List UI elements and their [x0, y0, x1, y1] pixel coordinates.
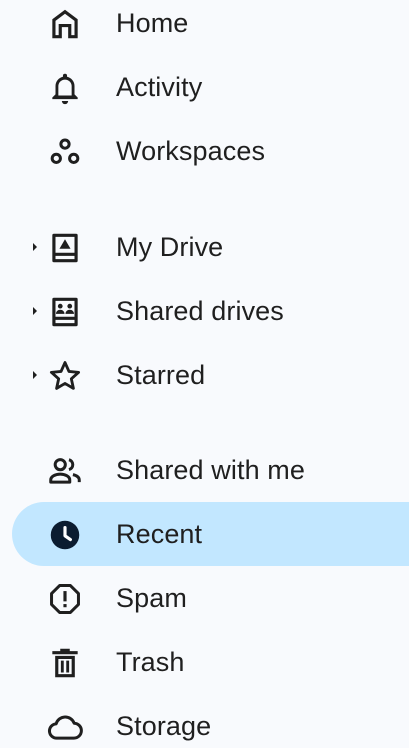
sidebar-item-label: Shared drives [116, 296, 284, 326]
sidebar-item-spam[interactable]: Spam [0, 566, 409, 630]
sidebar-item-recent[interactable]: Recent [0, 502, 409, 566]
home-icon [46, 5, 84, 43]
workspaces-icon [46, 133, 84, 171]
sidebar-item-label: Shared with me [116, 455, 305, 485]
sidebar-item-label: Spam [116, 583, 187, 613]
star-icon [46, 357, 84, 395]
cloud-icon [46, 708, 84, 746]
clock-icon [46, 516, 84, 554]
sidebar-item-home[interactable]: Home [0, 0, 409, 55]
sidebar-item-label: Activity [116, 72, 203, 102]
sidebar-item-shared-with-me[interactable]: Shared with me [0, 438, 409, 502]
sidebar-item-label: Starred [116, 360, 206, 390]
sidebar-item-workspaces[interactable]: Workspaces [0, 119, 409, 183]
sidebar-item-label: Recent [116, 519, 203, 549]
shared-drives-icon [46, 293, 84, 331]
spam-icon [46, 580, 84, 618]
expand-arrow-icon[interactable] [27, 367, 43, 383]
sidebar-item-label: Trash [116, 647, 185, 677]
trash-icon [46, 644, 84, 682]
sidebar-item-shared-drives[interactable]: Shared drives [0, 279, 409, 343]
people-icon [46, 452, 84, 490]
sidebar-item-label: Home [116, 8, 189, 38]
sidebar-item-label: Storage [116, 711, 212, 741]
sidebar-item-storage[interactable]: Storage [0, 694, 409, 748]
expand-arrow-icon[interactable] [27, 239, 43, 255]
sidebar-item-label: My Drive [116, 232, 224, 262]
sidebar-item-trash[interactable]: Trash [0, 630, 409, 694]
sidebar-item-starred[interactable]: Starred [0, 343, 409, 407]
sidebar-nav: Home Activity Workspaces My Drive Shared… [0, 0, 409, 748]
bell-icon [46, 69, 84, 107]
sidebar-item-my-drive[interactable]: My Drive [0, 215, 409, 279]
sidebar-item-activity[interactable]: Activity [0, 55, 409, 119]
expand-arrow-icon[interactable] [27, 303, 43, 319]
sidebar-item-label: Workspaces [116, 136, 266, 166]
my-drive-icon [46, 229, 84, 267]
